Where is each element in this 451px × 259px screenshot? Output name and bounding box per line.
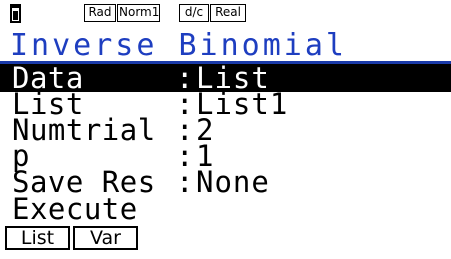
function-key-list[interactable]: List bbox=[5, 226, 70, 250]
display-mode-indicator: Norm1 bbox=[117, 4, 160, 22]
battery-icon bbox=[10, 4, 21, 23]
complex-mode-indicator: Real bbox=[210, 4, 246, 22]
angle-mode-indicator: Rad bbox=[84, 4, 116, 22]
setting-row-numtrial[interactable]: Numtrial : 2 bbox=[0, 113, 451, 147]
function-key-var[interactable]: Var bbox=[73, 226, 138, 250]
setting-value: None bbox=[196, 165, 270, 199]
setting-separator: : bbox=[176, 165, 194, 199]
setting-label: Numtrial bbox=[12, 113, 156, 147]
fraction-mode-indicator: d/c bbox=[179, 4, 209, 22]
execute-button[interactable]: Execute bbox=[12, 195, 138, 224]
page-title: Inverse Binomial bbox=[0, 31, 451, 64]
calculator-screen: Rad Norm1 d/c Real Inverse Binomial Data… bbox=[0, 0, 451, 259]
